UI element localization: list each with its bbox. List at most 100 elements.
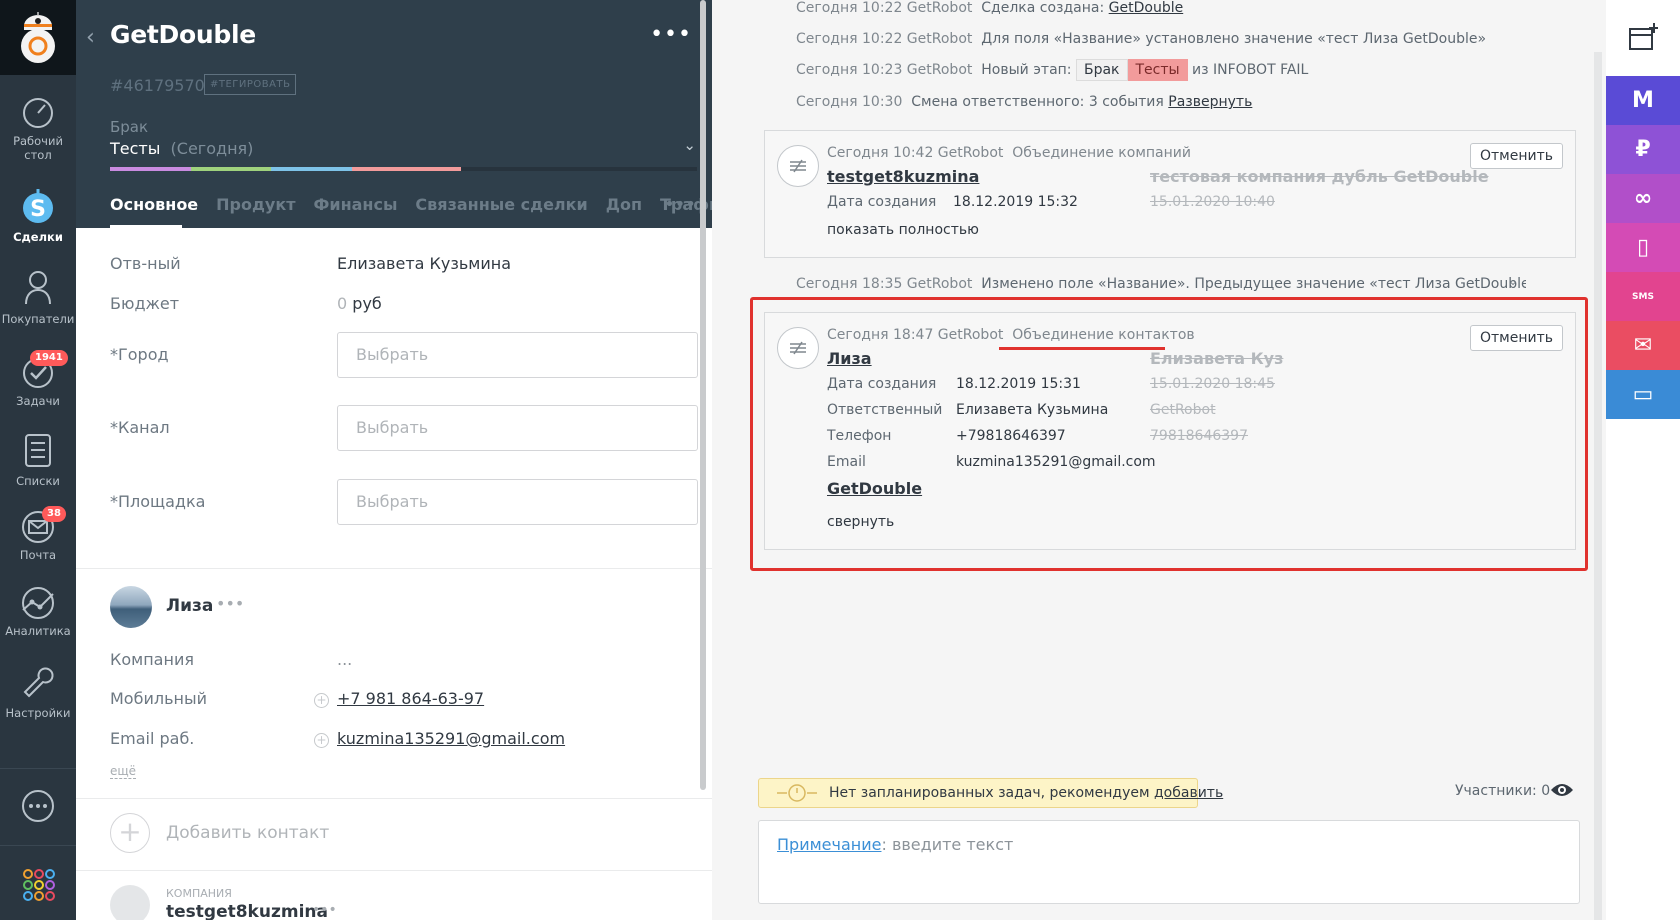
expand-chevron-icon[interactable]: ⌄ xyxy=(1508,274,1518,288)
card-header: Сегодня 18:47 GetRobot Объединение конта… xyxy=(827,327,1195,343)
email-label: Email xyxy=(827,454,866,470)
collapse-link[interactable]: свернуть xyxy=(827,514,894,530)
chevron-down-icon[interactable]: ⌄ xyxy=(683,136,696,154)
nav-label: Списки xyxy=(16,474,60,488)
mobile-label: Мобильный xyxy=(110,689,208,708)
cancel-merge-button[interactable]: Отменить xyxy=(1469,325,1563,351)
note-placeholder: : введите текст xyxy=(881,835,1014,854)
merge-companies-card: Сегодня 10:42 GetRobot Объединение компа… xyxy=(764,130,1576,258)
add-contact-icon[interactable]: + xyxy=(110,813,150,853)
nav-dashboard[interactable]: Рабочий стол xyxy=(0,96,76,162)
budget-currency: руб xyxy=(352,294,382,313)
tab-2[interactable]: Продукт xyxy=(216,195,295,214)
folder-icon[interactable]: ▭ xyxy=(1606,370,1680,419)
mail-icon[interactable]: ✉ xyxy=(1606,321,1680,370)
add-contact-button[interactable]: Добавить контакт xyxy=(166,823,329,843)
stage-progress-segment xyxy=(352,167,462,171)
add-task-link[interactable]: добавить xyxy=(1154,785,1223,801)
event-time: Сегодня 18:35 GetRobot xyxy=(796,276,973,292)
old-created-value: 15.01.2020 18:45 xyxy=(1150,376,1275,392)
tab-4[interactable]: Связанные сделки xyxy=(415,195,587,214)
tab-5[interactable]: Доп xyxy=(606,195,642,214)
expand-link[interactable]: Развернуть xyxy=(1168,94,1252,110)
ruble-icon[interactable]: ₽ xyxy=(1606,125,1680,174)
card-time: Сегодня 18:47 GetRobot xyxy=(827,327,1004,343)
task-notice: Нет запланированных задач, рекомендуем д… xyxy=(758,778,1223,808)
sms-icon[interactable]: SMS xyxy=(1606,272,1680,321)
contact-more-icon[interactable]: ••• xyxy=(216,594,244,613)
nav-mail[interactable]: Почта 38 xyxy=(0,506,76,562)
cancel-merge-button[interactable]: Отменить xyxy=(1469,143,1563,169)
company-avatar[interactable] xyxy=(110,885,150,920)
event-deal-link[interactable]: GetDouble xyxy=(1109,0,1184,16)
nav-lists[interactable]: Списки xyxy=(0,432,76,488)
city-select[interactable]: Выбрать xyxy=(337,332,698,378)
tab-1[interactable]: Основное xyxy=(110,195,198,214)
mailchimp-icon[interactable]: M xyxy=(1606,76,1680,125)
new-window-icon[interactable] xyxy=(1606,12,1680,62)
company-link[interactable]: GetDouble xyxy=(827,479,922,498)
show-full-link[interactable]: показать полностью xyxy=(827,222,979,238)
created-value: 18.12.2019 15:31 xyxy=(956,376,1081,392)
budget-field[interactable]: 0 руб xyxy=(337,294,382,313)
document-icon[interactable]: ▯ xyxy=(1606,223,1680,272)
old-created-value: 15.01.2020 10:40 xyxy=(1150,194,1275,210)
deal-title[interactable]: GetDouble xyxy=(110,20,256,49)
stage-name: Тесты xyxy=(110,139,161,158)
nav-divider xyxy=(0,845,76,846)
contact-link[interactable]: Лиза xyxy=(827,349,872,368)
note-type-link[interactable]: Примечание xyxy=(777,835,881,854)
deal-panel: ‹ GetDouble ••• #46179570 #ТЕГИРОВАТЬ Бр… xyxy=(76,0,732,920)
company-section-label: КОМПАНИЯ xyxy=(166,887,232,900)
responsible-value[interactable]: Елизавета Кузьмина xyxy=(337,254,511,273)
tag-button[interactable]: #ТЕГИРОВАТЬ xyxy=(204,74,297,95)
email-link[interactable]: kuzmina135291@gmail.com xyxy=(337,729,565,748)
nav-label: Настройки xyxy=(5,706,71,720)
link-icon[interactable]: ∞ xyxy=(1606,174,1680,223)
more-fields-link[interactable]: ещё xyxy=(110,764,137,779)
logo[interactable] xyxy=(0,0,76,75)
mail-badge: 38 xyxy=(42,506,66,522)
add-email-icon[interactable]: + xyxy=(314,733,329,748)
event-item: Сегодня 10:23 GetRobot Новый этап: Брак Т… xyxy=(796,59,1308,81)
tab-3[interactable]: Финансы xyxy=(313,195,397,214)
platform-label: *Площадка xyxy=(110,492,206,511)
participants-label[interactable]: Участники: 0 xyxy=(1455,783,1550,799)
more-options-icon[interactable]: ••• xyxy=(650,22,692,47)
company-name[interactable]: testget8kuzmina xyxy=(166,902,328,920)
nav-settings[interactable]: Настройки xyxy=(0,664,76,720)
platform-select[interactable]: Выбрать xyxy=(337,479,698,525)
nav-label: Рабочий стол xyxy=(13,134,63,162)
add-phone-icon[interactable]: + xyxy=(314,693,329,708)
nav-deals[interactable]: S Сделки xyxy=(0,186,76,244)
merge-icon xyxy=(777,327,819,369)
event-text: Смена ответственного: 3 события xyxy=(911,94,1164,110)
nav-analytics[interactable]: Аналитика xyxy=(0,586,76,638)
channel-select[interactable]: Выбрать xyxy=(337,405,698,451)
eye-icon[interactable] xyxy=(1550,782,1574,802)
stage-chip: Брак xyxy=(1075,59,1128,81)
apps-grid-icon[interactable] xyxy=(22,868,56,906)
nav-tasks[interactable]: Задачи 1941 xyxy=(0,350,76,408)
company-link[interactable]: testget8kuzmina xyxy=(827,167,979,186)
contact-avatar[interactable] xyxy=(110,586,152,628)
budget-label: Бюджет xyxy=(110,294,180,313)
back-arrow-icon[interactable]: ‹ xyxy=(86,25,95,50)
event-time: Сегодня 10:22 GetRobot xyxy=(796,31,973,47)
left-panel-scrollbar[interactable] xyxy=(700,0,706,790)
company-label: Компания xyxy=(110,650,194,669)
card-header: Сегодня 10:42 GetRobot Объединение компа… xyxy=(827,145,1191,161)
mobile-link[interactable]: +7 981 864-63-97 xyxy=(337,689,484,708)
stage-selector[interactable]: Тесты (Сегодня) xyxy=(110,139,253,158)
feed-scrollbar[interactable] xyxy=(1594,52,1602,920)
email-label: Email раб. xyxy=(110,729,195,748)
chat-icon[interactable] xyxy=(20,790,56,828)
tabs-more-icon[interactable]: ••• xyxy=(664,194,696,215)
company-more-icon[interactable]: ••• xyxy=(312,902,337,918)
divider xyxy=(76,568,732,569)
note-input[interactable]: Примечание: введите текст xyxy=(758,820,1580,904)
wrench-icon xyxy=(23,667,54,698)
nav-customers[interactable]: Покупатели xyxy=(0,268,76,326)
contact-name[interactable]: Лиза xyxy=(166,596,213,616)
company-value[interactable]: ... xyxy=(337,650,352,669)
